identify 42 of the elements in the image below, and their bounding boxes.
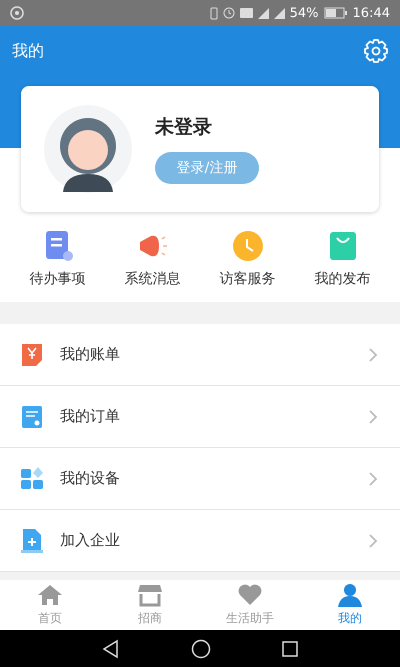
receipt-icon [20,342,44,368]
page-title: 我的 [12,40,44,62]
user-name: 未登录 [155,115,213,140]
menu-row[interactable]: 我的订单 [0,386,400,448]
grid-icon [20,466,44,492]
clock-time: 16:44 [352,6,390,20]
menu-label: 我的账单 [60,345,121,364]
menu-label: 加入企业 [60,531,121,550]
signal-icon [274,8,285,18]
avatar-icon [43,104,133,194]
shortcut-label[interactable]: 系统消息 [124,270,180,288]
list-icon [20,404,44,430]
menu-row[interactable]: 我的设备 [0,448,400,510]
menu-label: 我的设备 [60,469,121,488]
settings-icon[interactable] [364,39,388,63]
hd-icon [240,8,253,18]
tab-item[interactable]: 我的 [300,580,400,630]
clock-icon [232,230,264,262]
signal-icon [258,8,269,18]
menu-row[interactable]: 我的账单 [0,324,400,386]
chevron-icon [368,532,378,548]
chevron-icon [368,408,378,424]
home-icon [37,583,63,607]
user-icon [337,583,363,607]
battery-icon [324,7,348,19]
battery-percent: 54% [290,6,319,20]
shortcut-label[interactable]: 我的发布 [314,270,370,288]
shortcut-label[interactable]: 访客服务 [220,270,276,288]
vibrate-icon [210,6,218,20]
menu-row[interactable]: 加入企业 [0,510,400,572]
shortcut-label[interactable]: 待办事项 [30,270,86,288]
recents-icon[interactable] [281,640,299,658]
back-icon[interactable] [101,638,121,658]
store-icon [137,583,163,607]
document-add-icon [20,528,44,554]
menu-label: 我的订单 [60,407,121,426]
alarm-icon [222,7,235,19]
chevron-icon [368,346,378,362]
chevron-icon [368,470,378,486]
heart-icon [237,583,263,607]
home-circle-icon[interactable] [191,638,211,658]
sync-icon [10,6,24,20]
